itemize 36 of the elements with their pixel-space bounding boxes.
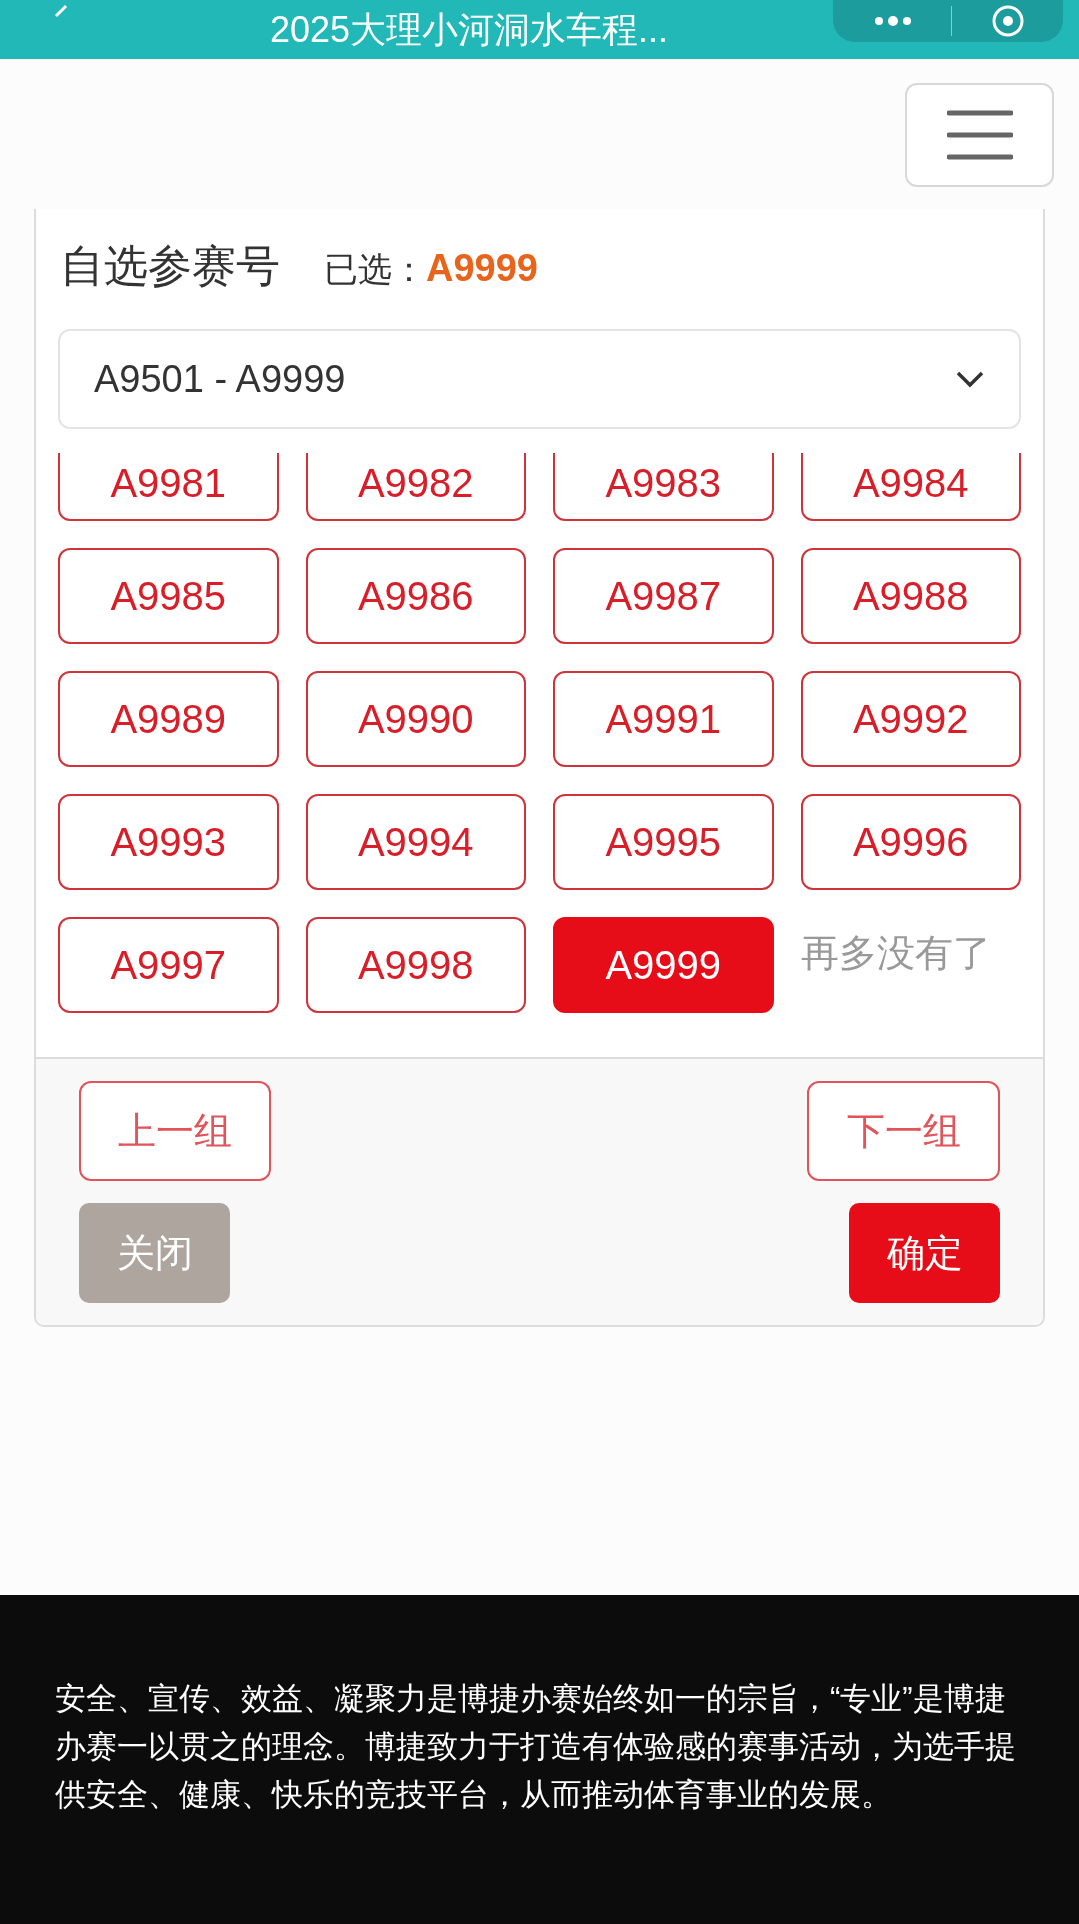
page-title: 2025大理小河洞水车程...	[270, 8, 669, 52]
number-button[interactable]: A9996	[800, 794, 1021, 890]
number-button[interactable]: A9997	[58, 917, 279, 1013]
number-button[interactable]: A9990	[305, 671, 526, 767]
confirm-button[interactable]: 确定	[849, 1203, 1000, 1303]
menu-icon	[946, 110, 1013, 160]
number-button[interactable]: A9998	[305, 917, 526, 1013]
end-note: 再多没有了	[800, 931, 992, 976]
number-button[interactable]: A9981	[58, 453, 279, 521]
picker-title: 自选参赛号	[60, 240, 280, 292]
range-select[interactable]: A9501 - A9999	[58, 329, 1021, 429]
number-button[interactable]: A9995	[553, 794, 774, 890]
number-button[interactable]: A9994	[305, 794, 526, 890]
number-button[interactable]: A9983	[553, 453, 774, 521]
next-group-button[interactable]: 下一组	[807, 1081, 1000, 1181]
range-value: A9501 - A9999	[94, 356, 346, 402]
number-button[interactable]: A9986	[305, 548, 526, 644]
number-button[interactable]: A9999	[553, 917, 774, 1013]
footer-text: 安全、宣传、效益、凝聚力是博捷办赛始终如一的宗旨，“专业”是博捷办赛一以贯之的理念。博捷致力于打造有体验感的赛事活动，为选手提供安全、健康、快乐的竞技平台，从而推动体育事业的发展。	[55, 1680, 1017, 1814]
chevron-down-icon	[955, 370, 985, 388]
more-icon	[873, 15, 913, 27]
number-button[interactable]: A9982	[305, 453, 526, 521]
selected-label: 已选：	[324, 249, 426, 290]
capsule-menu[interactable]	[833, 0, 1063, 42]
number-button[interactable]: A9989	[58, 671, 279, 767]
number-button[interactable]: A9985	[58, 548, 279, 644]
previous-group-button[interactable]: 上一组	[79, 1081, 271, 1181]
number-button[interactable]: A9984	[800, 453, 1021, 521]
selected-number: A9999	[426, 246, 538, 291]
number-button[interactable]: A9992	[800, 671, 1021, 767]
number-button[interactable]: A9988	[800, 548, 1021, 644]
number-button[interactable]: A9991	[553, 671, 774, 767]
number-button[interactable]: A9993	[58, 794, 279, 890]
number-button[interactable]: A9987	[553, 548, 774, 644]
target-icon	[990, 3, 1026, 39]
menu-button[interactable]	[905, 83, 1054, 187]
